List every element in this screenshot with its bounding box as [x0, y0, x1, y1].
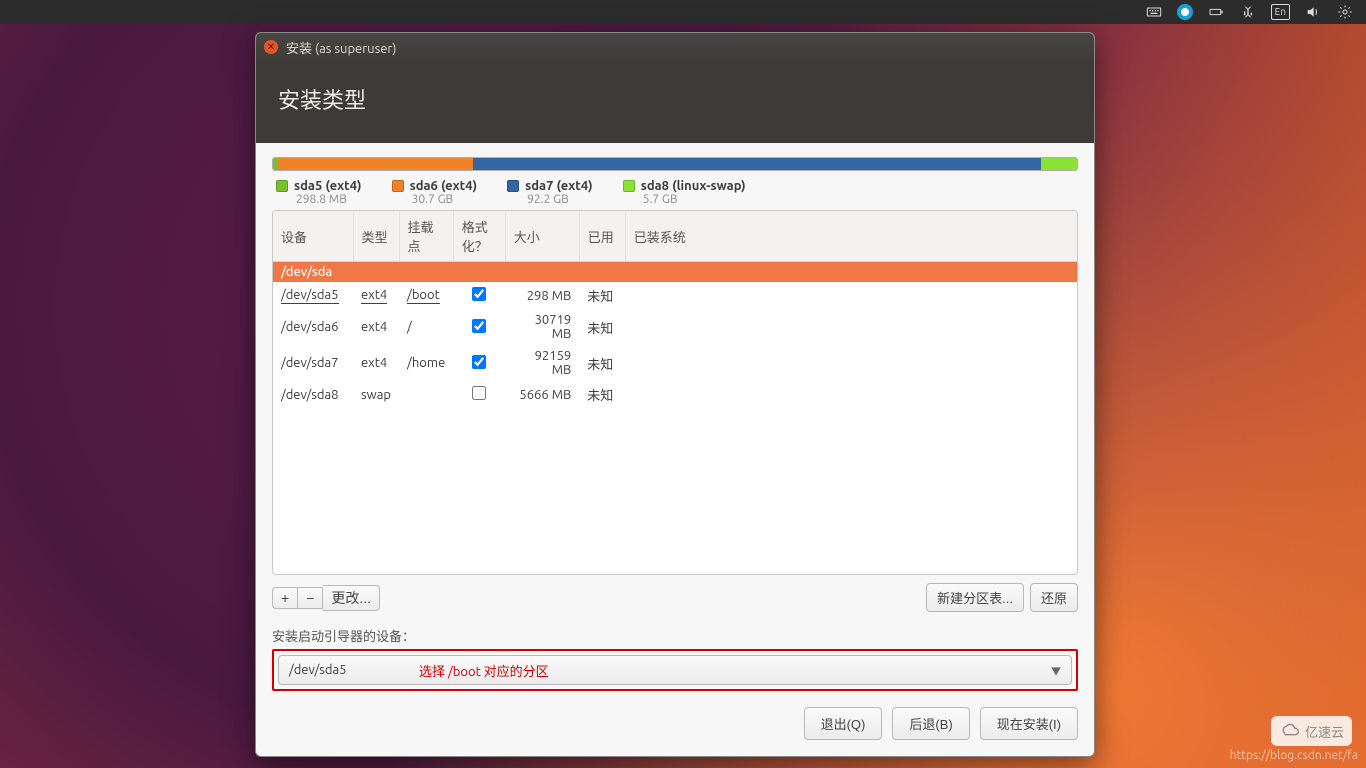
installer-window: ✕ 安装 (as superuser) 安装类型 sda5 (ext4)298.… [255, 32, 1095, 757]
legend-item: sda6 (ext4)30.7 GB [392, 179, 478, 206]
bootloader-label: 安装启动引导器的设备： [272, 626, 1078, 645]
partbar-seg-sda8 [1041, 158, 1077, 170]
format-checkbox[interactable] [472, 319, 486, 333]
network-icon[interactable] [1239, 3, 1257, 21]
legend-size: 30.7 GB [412, 193, 478, 206]
volume-icon[interactable] [1304, 3, 1322, 21]
window-header: 安装类型 [256, 61, 1094, 143]
format-checkbox[interactable] [472, 355, 486, 369]
legend-size: 298.8 MB [296, 193, 362, 206]
col-device[interactable]: 设备 [273, 211, 353, 262]
revert-button[interactable]: 还原 [1030, 583, 1078, 612]
legend-label: sda6 (ext4) [410, 179, 478, 193]
table-row[interactable]: /dev/sda8swap5666 MB未知 [273, 381, 1077, 408]
col-type[interactable]: 类型 [353, 211, 399, 262]
disk-group-row[interactable]: /dev/sda [273, 262, 1077, 283]
col-mount[interactable]: 挂载点 [399, 211, 453, 262]
format-checkbox[interactable] [472, 386, 486, 400]
col-system[interactable]: 已装系统 [625, 211, 1077, 262]
legend-swatch [392, 180, 404, 192]
new-partition-table-button[interactable]: 新建分区表... [926, 583, 1024, 612]
keyboard-icon[interactable] [1145, 3, 1163, 21]
accessibility-icon[interactable] [1177, 4, 1193, 20]
bootloader-value: /dev/sda5 [289, 663, 379, 677]
partition-table[interactable]: 设备 类型 挂载点 格式化？ 大小 已用 已装系统 /dev/sda/dev/s… [273, 211, 1077, 408]
col-format[interactable]: 格式化？ [453, 211, 505, 262]
legend-swatch [276, 180, 288, 192]
legend-item: sda5 (ext4)298.8 MB [276, 179, 362, 206]
table-row[interactable]: /dev/sda6ext4/30719 MB未知 [273, 309, 1077, 345]
bootloader-device-select[interactable]: /dev/sda5 选择 /boot 对应的分区 ▼ [278, 655, 1072, 685]
input-method-indicator[interactable]: En [1271, 4, 1290, 20]
source-watermark: https://blog.csdn.net/fa [1230, 749, 1358, 762]
install-button[interactable]: 现在安装(I) [980, 707, 1078, 740]
legend-swatch [507, 180, 519, 192]
remove-partition-button[interactable]: − [298, 587, 323, 609]
window-title: 安装 (as superuser) [286, 38, 396, 57]
back-button[interactable]: 后退(B) [892, 707, 969, 740]
table-row[interactable]: /dev/sda5ext4/boot298 MB未知 [273, 282, 1077, 309]
legend-label: sda7 (ext4) [525, 179, 593, 193]
partbar-seg-sda6 [277, 158, 473, 170]
gear-icon[interactable] [1336, 3, 1354, 21]
quit-button[interactable]: 退出(Q) [804, 707, 883, 740]
table-row[interactable]: /dev/sda7ext4/home92159 MB未知 [273, 345, 1077, 381]
col-used[interactable]: 已用 [579, 211, 625, 262]
window-titlebar[interactable]: ✕ 安装 (as superuser) [256, 33, 1094, 61]
chevron-down-icon: ▼ [1051, 663, 1061, 678]
legend-label: sda5 (ext4) [294, 179, 362, 193]
legend-swatch [623, 180, 635, 192]
legend-item: sda7 (ext4)92.2 GB [507, 179, 593, 206]
add-partition-button[interactable]: + [272, 587, 298, 609]
page-title: 安装类型 [278, 83, 1072, 115]
change-partition-button[interactable]: 更改... [323, 585, 380, 611]
legend-size: 92.2 GB [527, 193, 593, 206]
partition-table-wrap: 设备 类型 挂载点 格式化？ 大小 已用 已装系统 /dev/sda/dev/s… [272, 210, 1078, 575]
partition-legend: sda5 (ext4)298.8 MBsda6 (ext4)30.7 GBsda… [276, 179, 1078, 206]
brand-logo: 亿速云 [1271, 716, 1352, 746]
battery-icon[interactable] [1207, 3, 1225, 21]
footer-buttons: 退出(Q) 后退(B) 现在安装(I) [256, 707, 1094, 756]
format-checkbox[interactable] [472, 287, 486, 301]
top-panel: En [0, 0, 1366, 24]
legend-size: 5.7 GB [643, 193, 746, 206]
table-toolbar: + − 更改... 新建分区表... 还原 [272, 583, 1078, 612]
partition-bar[interactable] [272, 157, 1078, 171]
bootloader-highlight: /dev/sda5 选择 /boot 对应的分区 ▼ [272, 649, 1078, 691]
close-icon[interactable]: ✕ [264, 40, 278, 54]
legend-item: sda8 (linux-swap)5.7 GB [623, 179, 746, 206]
legend-label: sda8 (linux-swap) [641, 179, 746, 193]
col-size[interactable]: 大小 [505, 211, 579, 262]
bootloader-annotation: 选择 /boot 对应的分区 [419, 661, 549, 680]
table-header-row: 设备 类型 挂载点 格式化？ 大小 已用 已装系统 [273, 211, 1077, 262]
partbar-seg-sda7 [473, 158, 1041, 170]
